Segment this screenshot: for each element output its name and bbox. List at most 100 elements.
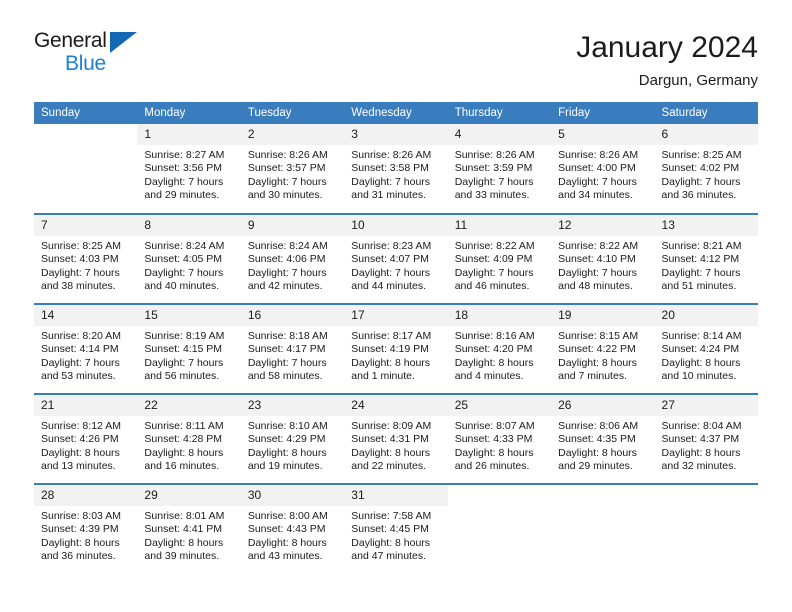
day-info-line: Sunset: 4:33 PM (454, 433, 533, 446)
day-info-line: Daylight: 7 hours (144, 356, 224, 369)
calendar-day-cell[interactable]: 6 Sunrise: 8:25 AM Sunset: 4:02 PM Daylight… (654, 124, 758, 214)
calendar-day-cell[interactable]: 4 Sunrise: 8:26 AM Sunset: 3:59 PM Daylight… (447, 124, 552, 214)
day-number: 24 (344, 395, 448, 416)
day-info-line: Sunrise: 8:04 AM (661, 420, 742, 432)
calendar-day-cell[interactable]: 8 Sunrise: 8:24 AM Sunset: 4:05 PM Daylight… (137, 213, 241, 304)
day-info-line: and 16 minutes. (144, 460, 220, 473)
day-info-line: Sunrise: 8:19 AM (144, 330, 225, 342)
day-sun-info: Sunrise: 8:26 AM Sunset: 3:59 PM Daylight:… (448, 145, 551, 203)
calendar-day-cell[interactable]: 12 Sunrise: 8:22 AM Sunset: 4:10 PM Dayligh… (551, 213, 655, 304)
day-sun-info: Sunrise: 8:22 AM Sunset: 4:10 PM Daylight:… (551, 236, 654, 294)
day-info-line: and 58 minutes. (247, 370, 323, 383)
general-blue-logo[interactable]: General Blue (34, 28, 154, 80)
day-number: 18 (447, 305, 552, 326)
day-info-line: and 38 minutes. (41, 280, 116, 293)
day-info-line: Sunset: 3:58 PM (351, 162, 429, 175)
day-info-line: Sunrise: 8:15 AM (558, 330, 639, 342)
day-info-line: Sunrise: 8:10 AM (247, 420, 328, 432)
day-info-line: Daylight: 8 hours (558, 356, 637, 369)
calendar-day-cell[interactable]: 16 Sunrise: 8:18 AM Sunset: 4:17 PM Dayligh… (240, 303, 345, 394)
calendar-day-cell[interactable]: 5 Sunrise: 8:26 AM Sunset: 4:00 PM Daylight… (551, 124, 655, 214)
calendar-head: Sunday Monday Tuesday Wednesday Thursday Frid… (34, 102, 758, 124)
calendar-day-cell[interactable]: 26 Sunrise: 8:06 AM Sunset: 4:35 PM Dayligh… (551, 393, 655, 484)
calendar-empty-cell (34, 124, 138, 214)
page-header: General Blue January 2024 Dargun, German… (0, 0, 792, 92)
day-number: 4 (447, 124, 552, 145)
day-number: 27 (654, 395, 758, 416)
calendar-day-cell[interactable]: 23 Sunrise: 8:10 AM Sunset: 4:29 PM Dayligh… (240, 393, 345, 484)
day-info-line: Sunrise: 8:18 AM (247, 330, 328, 342)
day-number: 23 (240, 395, 345, 416)
calendar-day-cell[interactable]: 13 Sunrise: 8:21 AM Sunset: 4:12 PM Dayligh… (654, 213, 758, 304)
calendar-day-cell[interactable]: 14 Sunrise: 8:20 AM Sunset: 4:14 PM Dayligh… (34, 303, 138, 394)
calendar-day-cell[interactable]: 7 Sunrise: 8:25 AM Sunset: 4:03 PM Daylight… (34, 213, 138, 304)
weekday-header-sunday: Sunday (34, 102, 138, 124)
calendar-day-cell[interactable]: 3 Sunrise: 8:26 AM Sunset: 3:58 PM Daylight… (344, 124, 448, 214)
day-info-line: Daylight: 7 hours (558, 266, 637, 279)
day-number: 8 (137, 215, 241, 236)
day-info-line: Sunrise: 8:03 AM (41, 510, 121, 522)
calendar-day-cell[interactable]: 1 Sunrise: 8:27 AM Sunset: 3:56 PM Daylight… (137, 124, 241, 214)
day-info-line: Sunset: 4:20 PM (454, 343, 533, 356)
day-info-line: Sunrise: 8:16 AM (454, 330, 535, 342)
calendar-day-cell[interactable]: 9 Sunrise: 8:24 AM Sunset: 4:06 PM Daylight… (240, 213, 345, 304)
day-info-line: and 34 minutes. (558, 189, 633, 202)
day-sun-info: Sunrise: 8:11 AM Sunset: 4:28 PM Daylight:… (137, 416, 240, 474)
calendar-day-cell[interactable]: 30 Sunrise: 8:00 AM Sunset: 4:43 PM Dayligh… (240, 483, 345, 574)
day-info-line: Sunset: 3:56 PM (144, 162, 223, 175)
calendar-day-cell[interactable]: 19 Sunrise: 8:15 AM Sunset: 4:22 PM Dayligh… (551, 303, 655, 394)
day-sun-info: Sunrise: 8:20 AM Sunset: 4:14 PM Daylight:… (34, 326, 137, 384)
calendar-day-cell[interactable]: 2 Sunrise: 8:26 AM Sunset: 3:57 PM Daylight… (240, 124, 345, 214)
day-sun-info: Sunrise: 8:14 AM Sunset: 4:24 PM Daylight:… (655, 326, 758, 384)
day-sun-info: Sunrise: 8:17 AM Sunset: 4:19 PM Daylight:… (344, 326, 447, 384)
day-number: 19 (551, 305, 655, 326)
day-info-line: Daylight: 7 hours (41, 266, 120, 279)
day-info-line: Daylight: 8 hours (454, 356, 534, 369)
day-info-line: Sunset: 4:14 PM (41, 343, 119, 356)
calendar-day-cell[interactable]: 25 Sunrise: 8:07 AM Sunset: 4:33 PM Dayligh… (447, 393, 552, 484)
calendar-day-cell[interactable]: 17 Sunrise: 8:17 AM Sunset: 4:19 PM Dayligh… (344, 303, 448, 394)
day-info-line: Sunrise: 8:23 AM (351, 240, 432, 252)
day-info-line: Sunrise: 8:01 AM (144, 510, 225, 522)
calendar-day-cell[interactable]: 20 Sunrise: 8:14 AM Sunset: 4:24 PM Dayligh… (654, 303, 758, 394)
calendar-day-cell[interactable]: 22 Sunrise: 8:11 AM Sunset: 4:28 PM Dayligh… (137, 393, 241, 484)
day-sun-info: Sunrise: 8:24 AM Sunset: 4:05 PM Daylight:… (137, 236, 240, 294)
calendar-day-cell[interactable]: 15 Sunrise: 8:19 AM Sunset: 4:15 PM Dayligh… (137, 303, 241, 394)
day-info-line: and 33 minutes. (454, 189, 530, 202)
calendar-day-cell[interactable]: 31 Sunrise: 7:58 AM Sunset: 4:45 PM Dayligh… (344, 483, 448, 574)
day-info-line: Daylight: 7 hours (247, 266, 327, 279)
calendar-day-cell[interactable]: 18 Sunrise: 8:16 AM Sunset: 4:20 PM Dayligh… (447, 303, 552, 394)
day-info-line: Daylight: 7 hours (144, 266, 224, 279)
day-info-line: and 48 minutes. (558, 280, 633, 293)
calendar-day-cell[interactable]: 10 Sunrise: 8:23 AM Sunset: 4:07 PM Dayligh… (344, 213, 448, 304)
day-number: 3 (344, 124, 448, 145)
day-number: 11 (447, 215, 552, 236)
calendar-day-cell[interactable]: 27 Sunrise: 8:04 AM Sunset: 4:37 PM Dayligh… (654, 393, 758, 484)
day-info-line: and 36 minutes. (41, 550, 116, 563)
day-info-line: Sunrise: 8:25 AM (661, 149, 742, 161)
day-info-line: Sunset: 4:17 PM (247, 343, 326, 356)
day-info-line: and 44 minutes. (351, 280, 426, 293)
day-info-line: Sunset: 4:26 PM (41, 433, 119, 446)
calendar-day-cell[interactable]: 21 Sunrise: 8:12 AM Sunset: 4:26 PM Dayligh… (34, 393, 138, 484)
calendar-day-cell[interactable]: 24 Sunrise: 8:09 AM Sunset: 4:31 PM Dayligh… (344, 393, 448, 484)
day-info-line: Sunrise: 8:07 AM (454, 420, 535, 432)
day-info-line: Sunrise: 8:26 AM (454, 149, 535, 161)
calendar-week-row: 28 Sunrise: 8:03 AM Sunset: 4:39 PM Dayligh… (34, 483, 758, 574)
day-info-line: Daylight: 7 hours (661, 175, 741, 188)
day-info-line: Sunset: 4:28 PM (144, 433, 223, 446)
day-info-line: Sunset: 4:09 PM (454, 253, 533, 266)
day-info-line: Sunset: 4:19 PM (351, 343, 429, 356)
calendar-day-cell[interactable]: 29 Sunrise: 8:01 AM Sunset: 4:41 PM Dayligh… (137, 483, 241, 574)
day-number: 17 (344, 305, 448, 326)
day-info-line: Sunrise: 8:06 AM (558, 420, 639, 432)
day-info-line: Sunset: 4:00 PM (558, 162, 636, 175)
calendar-day-cell[interactable]: 28 Sunrise: 8:03 AM Sunset: 4:39 PM Dayligh… (34, 483, 138, 574)
calendar-empty-cell (551, 483, 655, 574)
day-info-line: Sunset: 4:22 PM (558, 343, 636, 356)
day-info-line: and 29 minutes. (144, 189, 220, 202)
day-info-line: Sunrise: 8:24 AM (247, 240, 328, 252)
day-sun-info: Sunrise: 8:12 AM Sunset: 4:26 PM Daylight:… (34, 416, 137, 474)
calendar-day-cell[interactable]: 11 Sunrise: 8:22 AM Sunset: 4:09 PM Dayligh… (447, 213, 552, 304)
day-info-line: and 39 minutes. (144, 550, 220, 563)
